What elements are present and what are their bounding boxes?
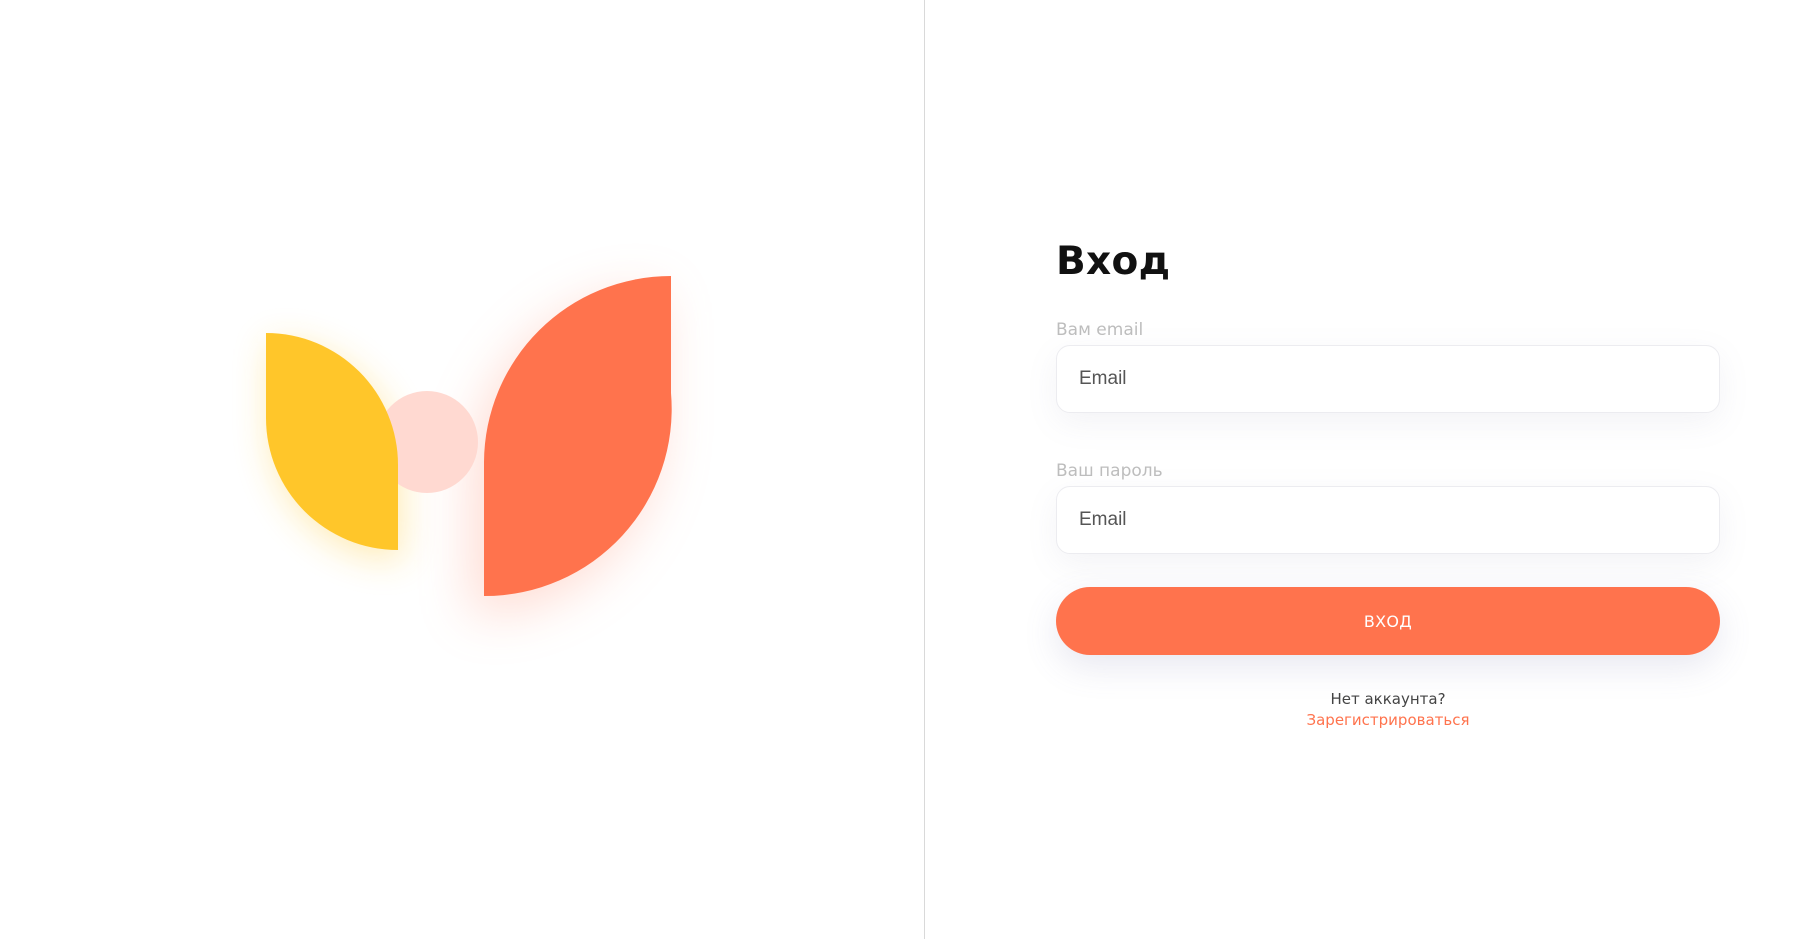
orange-leaf (484, 276, 672, 597)
yellow-leaf (266, 333, 398, 550)
register-prompt: Нет аккаунта? Зарегистрироваться (1056, 689, 1720, 731)
login-page: Вход Вам email Ваш пароль ВХОД Нет аккау… (0, 0, 1815, 939)
password-label: Ваш пароль (1056, 461, 1163, 481)
register-link[interactable]: Зарегистрироваться (1306, 710, 1469, 731)
no-account-text: Нет аккаунта? (1330, 690, 1446, 708)
email-input[interactable] (1056, 345, 1720, 413)
leaf-logo-icon (240, 276, 710, 636)
page-title: Вход (1056, 239, 1171, 284)
email-label: Вам email (1056, 320, 1144, 340)
password-input[interactable] (1056, 486, 1720, 554)
login-form: Вход Вам email Ваш пароль ВХОД Нет аккау… (1056, 240, 1720, 731)
login-button[interactable]: ВХОД (1056, 587, 1720, 655)
form-panel: Вход Вам email Ваш пароль ВХОД Нет аккау… (925, 0, 1815, 939)
brand-panel (0, 0, 924, 939)
